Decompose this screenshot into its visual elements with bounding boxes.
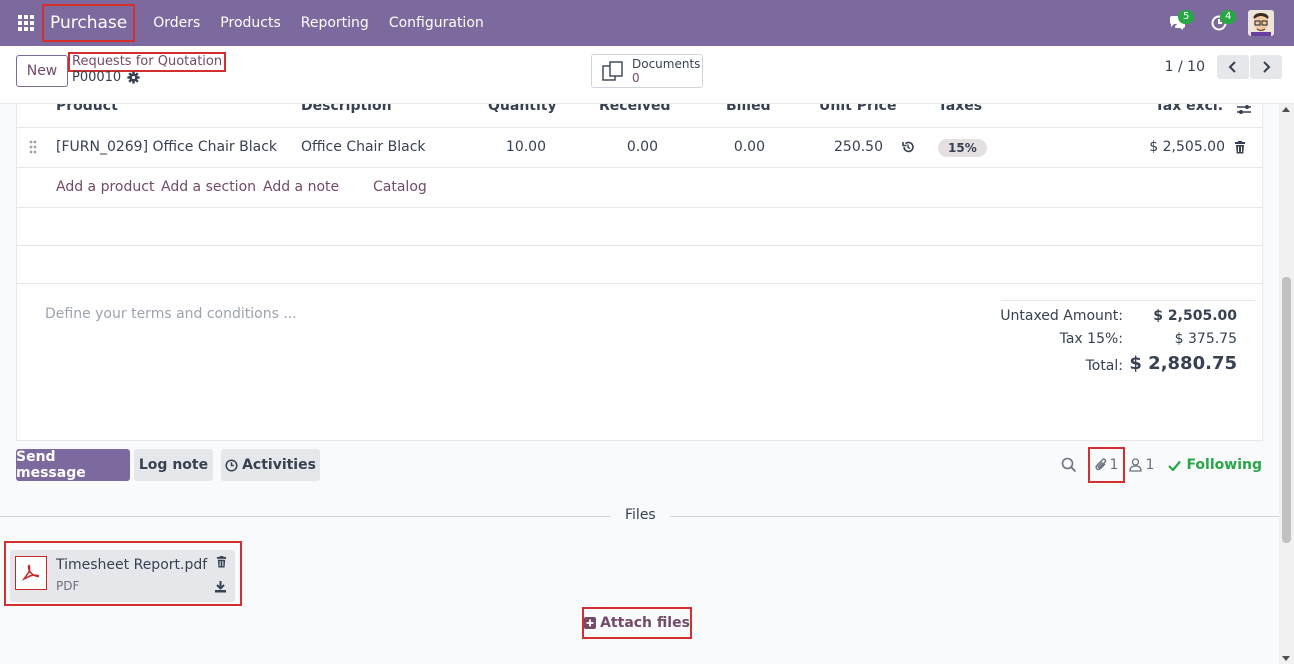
- attach-files-label: Attach files: [600, 615, 690, 631]
- attachment-item[interactable]: Timesheet Report.pdf PDF: [10, 550, 235, 602]
- add-product-link[interactable]: Add a product: [56, 179, 154, 195]
- breadcrumb-rfq[interactable]: Requests for Quotation: [68, 52, 227, 72]
- activities-button[interactable]: 4: [1198, 0, 1240, 46]
- activities-label: Activities: [242, 457, 316, 473]
- messages-badge: 5: [1178, 10, 1195, 24]
- control-panel: New Requests for Quotation P00010 Docume…: [0, 46, 1294, 104]
- line-quantity[interactable]: 10.00: [506, 139, 546, 155]
- history-icon[interactable]: [901, 140, 915, 154]
- line-billed[interactable]: 0.00: [734, 139, 765, 155]
- search-icon[interactable]: [1060, 457, 1078, 473]
- new-button[interactable]: New: [16, 55, 68, 87]
- pager-next-button[interactable]: [1250, 55, 1282, 79]
- add-line-row: Add a product Add a section Add a note C…: [17, 168, 1262, 208]
- drag-handle-icon[interactable]: [29, 140, 37, 154]
- add-note-link[interactable]: Add a note: [263, 179, 339, 195]
- totals-block: Untaxed Amount: $ 2,505.00 Tax 15%: $ 37…: [1000, 300, 1255, 374]
- untaxed-value: $ 2,505.00: [1153, 308, 1237, 324]
- avatar-image: [1248, 10, 1274, 36]
- terms-field[interactable]: Define your terms and conditions ...: [45, 306, 297, 322]
- line-subtotal: $ 2,505.00: [1149, 139, 1225, 155]
- following-label: Following: [1186, 457, 1262, 473]
- chevron-left-icon: [1228, 61, 1236, 73]
- menu-orders[interactable]: Orders: [143, 0, 210, 46]
- pager-previous-button[interactable]: [1217, 55, 1249, 79]
- empty-row: [17, 208, 1262, 246]
- page-scrollbar[interactable]: [1279, 104, 1294, 664]
- plus-square-icon: [584, 617, 597, 629]
- line-product[interactable]: [FURN_0269] Office Chair Black: [56, 139, 277, 155]
- record-name: P00010: [72, 70, 122, 85]
- send-message-button[interactable]: Send message: [16, 449, 130, 481]
- messages-button[interactable]: 5: [1156, 0, 1198, 46]
- documents-icon: [602, 61, 623, 81]
- tax-badge[interactable]: 15%: [938, 139, 987, 157]
- menu-products[interactable]: Products: [210, 0, 290, 46]
- menu-configuration[interactable]: Configuration: [379, 0, 494, 46]
- user-avatar[interactable]: [1248, 10, 1274, 36]
- documents-count: 0: [632, 70, 640, 85]
- trash-icon[interactable]: [1234, 141, 1246, 154]
- attachment-card[interactable]: Timesheet Report.pdf PDF: [4, 541, 242, 606]
- trash-icon[interactable]: [216, 556, 227, 568]
- scroll-up-arrow[interactable]: [1282, 107, 1290, 112]
- documents-button[interactable]: Documents 0: [591, 54, 703, 88]
- record-title: P00010: [72, 70, 140, 85]
- followers-button[interactable]: 1: [1128, 457, 1155, 473]
- documents-label: Documents: [632, 56, 701, 71]
- pager-value[interactable]: 1 / 10: [1165, 59, 1205, 75]
- followers-count: 1: [1145, 457, 1155, 473]
- download-icon[interactable]: [214, 580, 227, 593]
- line-received[interactable]: 0.00: [627, 139, 658, 155]
- attachments-button[interactable]: 1: [1087, 447, 1125, 483]
- check-icon: [1168, 460, 1182, 471]
- scroll-down-arrow[interactable]: [1282, 656, 1290, 661]
- header-row-border: [17, 104, 1262, 128]
- line-unit-price[interactable]: 250.50: [834, 139, 883, 155]
- pager: 1 / 10: [1165, 55, 1282, 79]
- files-section-label: Files: [611, 507, 670, 523]
- attach-files-button[interactable]: Attach files: [582, 607, 692, 639]
- top-navbar: Purchase Orders Products Reporting Confi…: [0, 0, 1294, 46]
- chatter-tools: 1 1 Following: [1060, 447, 1262, 483]
- total-label: Total:: [1085, 358, 1123, 374]
- table-row[interactable]: [FURN_0269] Office Chair Black Office Ch…: [17, 128, 1262, 168]
- pdf-file-icon: [15, 556, 47, 590]
- attachments-count: 1: [1109, 457, 1119, 473]
- clock-icon: [225, 458, 238, 472]
- file-name[interactable]: Timesheet Report.pdf: [56, 557, 207, 573]
- user-icon: [1128, 458, 1142, 472]
- activities-chatter-button[interactable]: Activities: [221, 449, 320, 481]
- form-sheet: Product Description Quantity Received Bi…: [16, 104, 1263, 441]
- tax-label: Tax 15%:: [1059, 331, 1123, 347]
- menu-reporting[interactable]: Reporting: [291, 0, 379, 46]
- empty-row: [17, 246, 1262, 284]
- catalog-link[interactable]: Catalog: [373, 179, 427, 195]
- gear-icon[interactable]: [127, 71, 140, 84]
- scrollbar-thumb[interactable]: [1282, 277, 1291, 543]
- app-name[interactable]: Purchase: [42, 4, 136, 42]
- following-button[interactable]: Following: [1168, 457, 1262, 473]
- file-type: PDF: [56, 579, 80, 593]
- add-section-link[interactable]: Add a section: [161, 179, 256, 195]
- paperclip-icon: [1094, 458, 1106, 471]
- tax-value: $ 375.75: [1174, 331, 1237, 347]
- log-note-button[interactable]: Log note: [134, 449, 213, 481]
- chevron-right-icon: [1263, 61, 1271, 73]
- total-value: $ 2,880.75: [1129, 353, 1237, 374]
- activities-badge: 4: [1220, 10, 1237, 24]
- line-description[interactable]: Office Chair Black: [301, 139, 426, 155]
- untaxed-label: Untaxed Amount:: [1000, 308, 1123, 324]
